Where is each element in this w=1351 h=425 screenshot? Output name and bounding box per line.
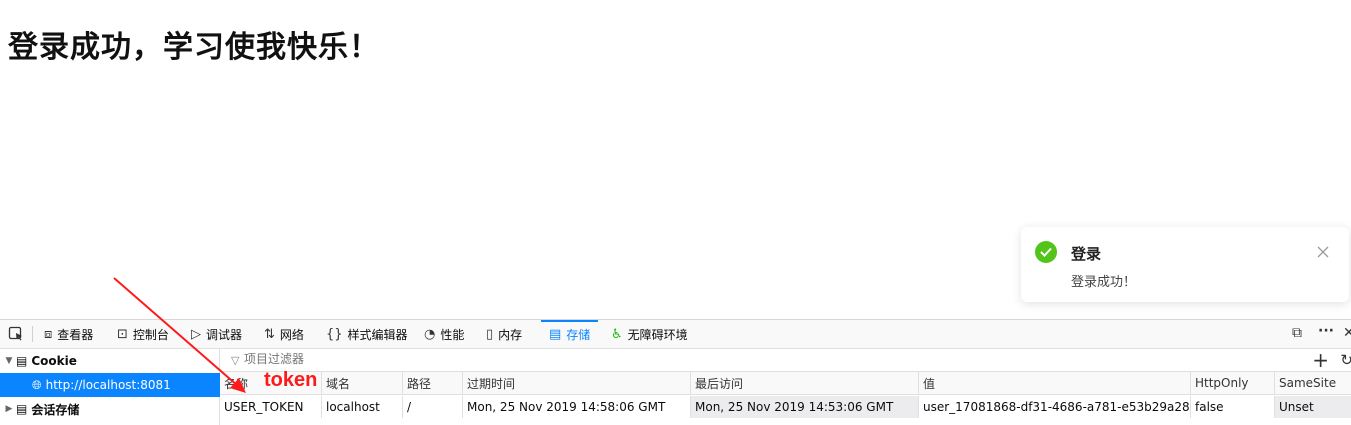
expand-arrow-icon[interactable]: ▼ — [2, 356, 16, 366]
memory-icon: ▯ — [486, 326, 494, 342]
cell-name: USER_TOKEN — [220, 396, 322, 418]
filter-bar: ▽ + ↻ — [220, 349, 1351, 372]
element-picker-icon[interactable] — [8, 326, 24, 342]
column-header-last-accessed[interactable]: 最后访问 — [691, 372, 919, 394]
column-header-samesite[interactable]: SameSite — [1275, 372, 1351, 394]
globe-icon: 🌐︎ — [32, 377, 42, 392]
table-row[interactable]: USER_TOKEN localhost / Mon, 25 Nov 2019 … — [220, 396, 1351, 418]
storage-icon: ▤ — [549, 326, 562, 342]
cell-samesite: Unset — [1275, 396, 1351, 418]
storage-sidebar: ▼ ▤ Cookie 🌐︎ http://localhost:8081 ▶ ▤ … — [0, 349, 220, 425]
close-devtools-icon[interactable]: ✕ — [1343, 325, 1351, 341]
performance-icon: ◔ — [424, 326, 436, 342]
notification-title: 登录 — [1071, 245, 1102, 263]
cell-path: / — [403, 396, 463, 418]
tree-item-session-storage[interactable]: ▶ ▤ 会话存储 — [0, 397, 220, 421]
tab-debugger[interactable]: ▷ 调试器 — [189, 320, 244, 348]
tab-style-editor[interactable]: {} 样式编辑器 — [324, 320, 410, 348]
tab-performance[interactable]: ◔ 性能 — [422, 320, 466, 348]
accessibility-icon: ♿ — [611, 326, 623, 342]
tab-console[interactable]: ⊡ 控制台 — [115, 320, 171, 348]
more-options-icon[interactable]: ··· — [1318, 323, 1334, 339]
page-heading: 登录成功，学习使我快乐！ — [8, 30, 380, 65]
storage-table-panel: ▽ + ↻ 名称 域名 路径 过期时间 最后访问 值 HttpOnly Same… — [220, 349, 1351, 425]
add-item-button[interactable]: + — [1312, 349, 1329, 371]
devtools-toolbar: ⧈ 查看器 ⊡ 控制台 ▷ 调试器 ⇅ 网络 {} 样式编辑器 ◔ 性能 ▯ 内存 ▤ 存储 ♿… — [0, 320, 1351, 349]
cell-value: user_17081868-df31-4686-a781-e53b29a287b… — [919, 396, 1191, 418]
column-header-httponly[interactable]: HttpOnly — [1191, 372, 1275, 394]
style-editor-icon: {} — [326, 326, 343, 342]
tab-network[interactable]: ⇅ 网络 — [262, 320, 306, 348]
success-notification: 登录 登录成功！ — [1021, 227, 1349, 302]
network-icon: ⇅ — [264, 326, 275, 342]
tab-storage[interactable]: ▤ 存储 — [540, 320, 599, 348]
tab-inspector[interactable]: ⧈ 查看器 — [42, 320, 95, 348]
debugger-icon: ▷ — [191, 326, 201, 342]
table-header: 名称 域名 路径 过期时间 最后访问 值 HttpOnly SameSite — [220, 372, 1351, 395]
cell-expires: Mon, 25 Nov 2019 14:58:06 GMT — [463, 396, 691, 418]
column-header-domain[interactable]: 域名 — [322, 372, 403, 394]
tree-item-cookie[interactable]: ▼ ▤ Cookie — [0, 349, 220, 373]
storage-icon: ▤ — [16, 354, 28, 368]
cell-last-accessed: Mon, 25 Nov 2019 14:53:06 GMT — [691, 396, 919, 418]
success-check-icon — [1035, 241, 1057, 263]
console-icon: ⊡ — [117, 326, 128, 342]
toolbar-divider — [32, 326, 33, 342]
cell-domain: localhost — [322, 396, 403, 418]
tab-memory[interactable]: ▯ 内存 — [484, 320, 524, 348]
column-header-path[interactable]: 路径 — [403, 372, 463, 394]
tree-item-localhost[interactable]: 🌐︎ http://localhost:8081 — [0, 373, 220, 397]
tab-accessibility[interactable]: ♿ 无障碍环境 — [609, 320, 690, 348]
collapse-arrow-icon[interactable]: ▶ — [2, 404, 16, 414]
close-icon[interactable] — [1317, 243, 1331, 258]
annotation-label: token — [264, 369, 318, 391]
column-header-value[interactable]: 值 — [919, 372, 1191, 394]
inspector-icon: ⧈ — [44, 326, 53, 342]
notification-message: 登录成功！ — [1071, 275, 1137, 290]
filter-input[interactable] — [230, 352, 530, 366]
column-header-expires[interactable]: 过期时间 — [463, 372, 691, 394]
storage-icon: ▤ — [16, 402, 28, 416]
devtools-panel: ⧈ 查看器 ⊡ 控制台 ▷ 调试器 ⇅ 网络 {} 样式编辑器 ◔ 性能 ▯ 内存 ▤ 存储 ♿… — [0, 319, 1351, 425]
cell-httponly: false — [1191, 396, 1275, 418]
refresh-icon[interactable]: ↻ — [1340, 351, 1351, 369]
responsive-design-icon[interactable]: ⧉ — [1292, 325, 1302, 341]
